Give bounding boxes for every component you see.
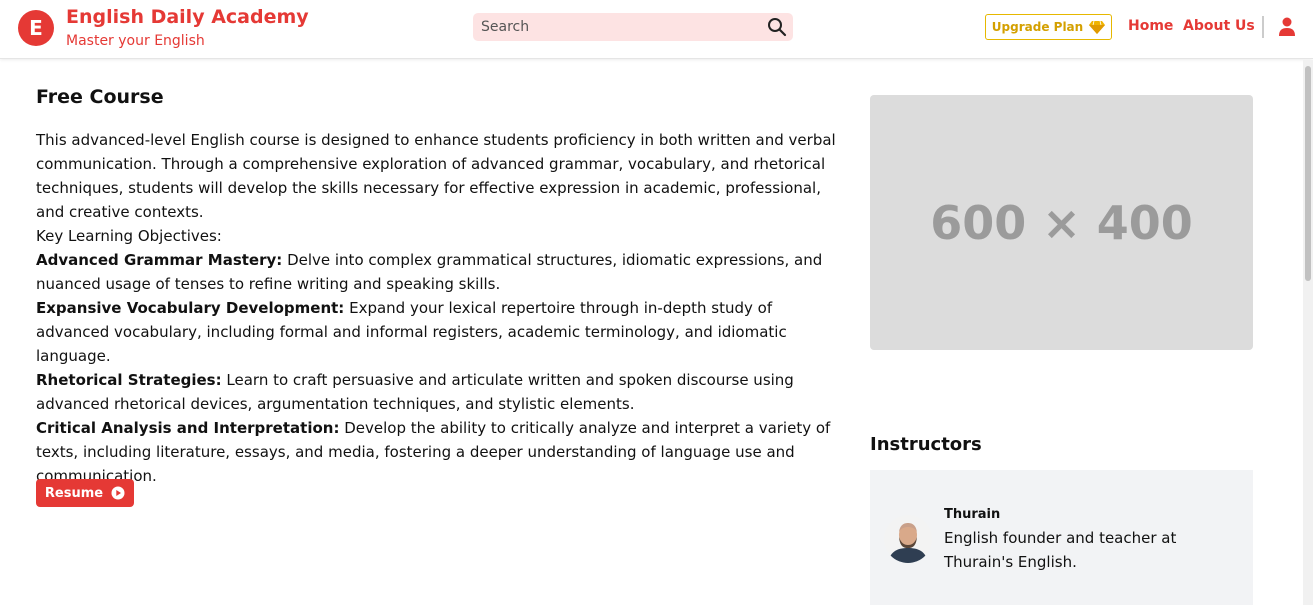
instructor-card[interactable]: Thurain English founder and teacher at T… xyxy=(870,470,1253,605)
play-circle-icon xyxy=(111,486,125,500)
objective-title: Advanced Grammar Mastery: xyxy=(36,251,283,269)
gem-icon xyxy=(1089,20,1106,34)
nav-about-us-link[interactable]: About Us xyxy=(1183,18,1255,34)
objective-item: Rhetorical Strategies: Learn to craft pe… xyxy=(36,368,841,416)
brand-title[interactable]: English Daily Academy xyxy=(66,6,309,28)
objective-title: Rhetorical Strategies: xyxy=(36,371,222,389)
instructor-bio: English founder and teacher at Thurain's… xyxy=(944,529,1177,571)
user-icon[interactable] xyxy=(1278,17,1296,37)
objective-title: Expansive Vocabulary Development: xyxy=(36,299,345,317)
objective-title: Critical Analysis and Interpretation: xyxy=(36,419,340,437)
objectives-heading: Key Learning Objectives: xyxy=(36,227,222,245)
objective-item: Advanced Grammar Mastery: Delve into com… xyxy=(36,248,841,296)
search-icon[interactable] xyxy=(767,17,787,37)
resume-button[interactable]: Resume xyxy=(36,479,134,507)
instructors-heading: Instructors xyxy=(870,434,982,455)
resume-label: Resume xyxy=(44,485,104,501)
top-navbar: E English Daily Academy Master your Engl… xyxy=(0,0,1313,59)
instructor-avatar[interactable] xyxy=(884,515,932,563)
search-input[interactable] xyxy=(473,13,758,41)
avatar-image xyxy=(884,515,932,563)
course-description: This advanced-level English course is de… xyxy=(36,128,841,488)
scrollbar-thumb[interactable] xyxy=(1305,66,1311,281)
course-image-placeholder: 600 × 400 xyxy=(870,95,1253,350)
logo-icon[interactable]: E xyxy=(18,10,54,46)
search-bar xyxy=(473,13,793,41)
course-intro: This advanced-level English course is de… xyxy=(36,131,836,221)
nav-divider xyxy=(1262,16,1264,38)
nav-home-link[interactable]: Home xyxy=(1128,18,1173,34)
instructor-name: Thurain xyxy=(944,507,1001,522)
objective-item: Critical Analysis and Interpretation: De… xyxy=(36,416,841,488)
upgrade-plan-label: Upgrade Plan xyxy=(991,20,1084,34)
course-title: Free Course xyxy=(36,86,164,108)
brand-subtitle: Master your English xyxy=(66,33,205,49)
placeholder-text: 600 × 400 xyxy=(930,195,1193,250)
upgrade-plan-button[interactable]: Upgrade Plan xyxy=(985,14,1112,40)
objective-item: Expansive Vocabulary Development: Expand… xyxy=(36,296,841,368)
page-scrollbar[interactable] xyxy=(1303,60,1313,605)
